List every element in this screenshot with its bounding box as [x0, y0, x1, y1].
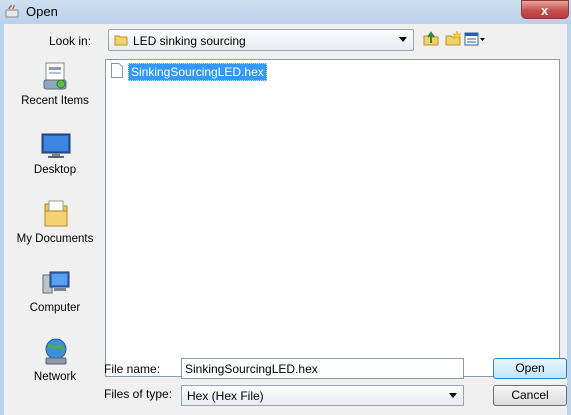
place-label: Network	[33, 371, 77, 383]
file-name-label: File name:	[104, 362, 161, 376]
folder-icon	[114, 35, 128, 46]
place-network[interactable]: Network	[10, 336, 100, 396]
file-name-field-box	[181, 358, 464, 379]
view-menu-icon[interactable]	[464, 30, 486, 48]
look-in-dropdown[interactable]: LED sinking sourcing	[108, 29, 414, 51]
file-name-input[interactable]	[185, 360, 455, 377]
window-frame-right	[567, 24, 571, 415]
title-bar[interactable]: Open x	[0, 0, 571, 24]
desktop-icon	[41, 133, 71, 158]
place-label: Desktop	[33, 164, 77, 176]
place-label: Recent Items	[21, 95, 89, 107]
close-button[interactable]: x	[521, 0, 569, 19]
up-folder-icon[interactable]	[422, 30, 440, 48]
computer-icon	[42, 271, 70, 294]
open-button[interactable]: Open	[493, 358, 567, 379]
file-icon	[111, 63, 123, 78]
look-in-value: LED sinking sourcing	[133, 34, 246, 48]
my-documents-icon	[44, 200, 68, 227]
place-label: My Documents	[16, 233, 94, 245]
dialog-body: Look in: LED sinking sourcing Recent Ite…	[4, 24, 567, 415]
close-icon: x	[541, 3, 549, 18]
file-type-label: Files of type:	[104, 387, 173, 401]
recent-items-icon	[43, 62, 67, 90]
place-computer[interactable]: Computer	[10, 267, 100, 327]
new-folder-icon[interactable]	[444, 30, 462, 48]
cancel-button[interactable]: Cancel	[493, 385, 567, 406]
place-my-documents[interactable]: My Documents	[10, 198, 100, 258]
chevron-down-icon	[449, 393, 457, 398]
look-in-label: Look in:	[49, 34, 92, 48]
place-label: Computer	[29, 302, 81, 314]
java-app-icon	[5, 4, 19, 18]
place-recent-items[interactable]: Recent Items	[10, 60, 100, 120]
file-name: SinkingSourcingLED.hex	[128, 63, 267, 81]
network-icon	[45, 338, 67, 365]
place-desktop[interactable]: Desktop	[10, 129, 100, 189]
places-bar: Recent Items Desktop My Documents Comput…	[10, 60, 100, 400]
file-list[interactable]: SinkingSourcingLED.hex	[105, 59, 560, 377]
open-dialog: Open x Look in: LED sinking sourcing Rec…	[0, 0, 571, 415]
file-type-value: Hex (Hex File)	[187, 389, 264, 403]
file-type-dropdown[interactable]: Hex (Hex File)	[181, 385, 464, 406]
chevron-down-icon	[399, 37, 407, 42]
window-title: Open	[26, 4, 58, 19]
